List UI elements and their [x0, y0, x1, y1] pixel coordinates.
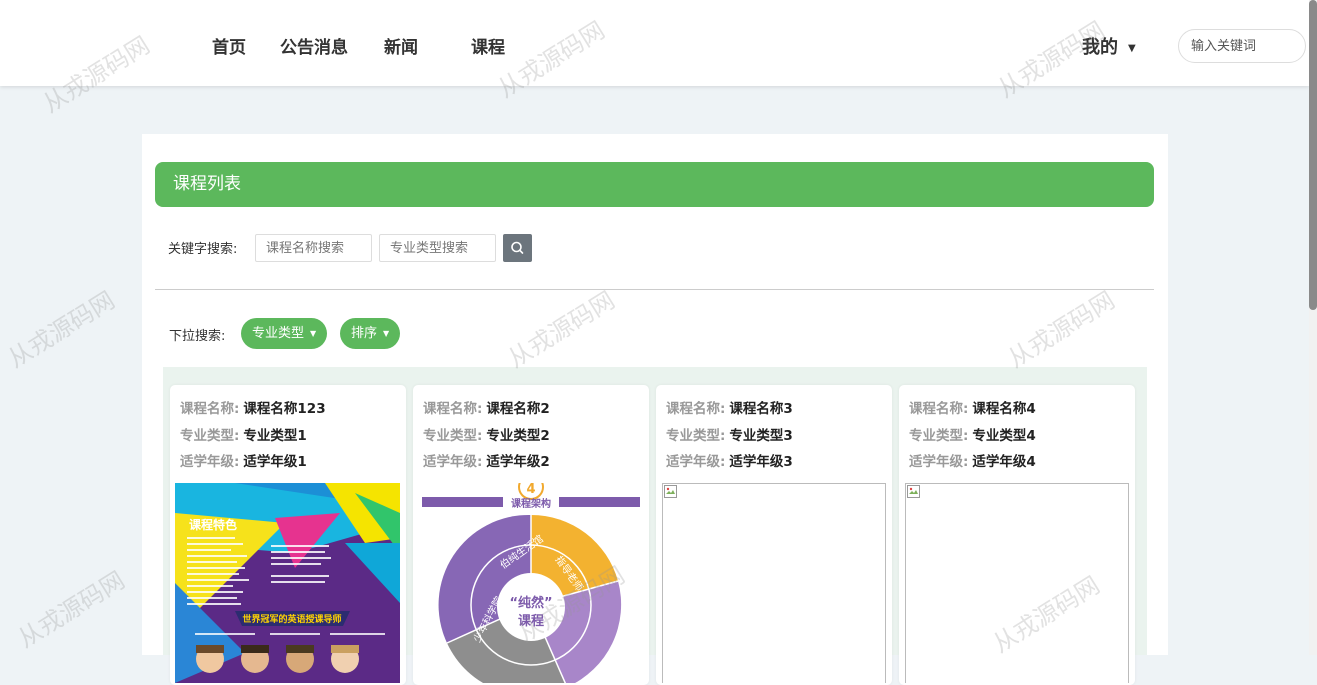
course-name-search-input[interactable]	[255, 234, 372, 262]
course-card[interactable]: 课程名称: 课程名称4 专业类型: 专业类型4 适学年级: 适学年级4	[899, 385, 1135, 685]
nav-home[interactable]: 首页	[212, 33, 246, 58]
course-name-row: 课程名称: 课程名称3	[666, 397, 793, 417]
poster-structure-heading: 课程架构	[511, 497, 551, 510]
major-type-value: 专业类型3	[729, 428, 793, 444]
grade-row: 适学年级: 适学年级4	[909, 450, 1036, 470]
course-card[interactable]: 课程名称: 课程名称3 专业类型: 专业类型3 适学年级: 适学年级3	[656, 385, 892, 685]
grade-value: 适学年级4	[972, 454, 1036, 470]
major-type-search-input[interactable]	[379, 234, 496, 262]
major-type-dropdown-label: 专业类型	[252, 326, 305, 341]
course-name-value: 课程名称4	[972, 401, 1036, 417]
caret-down-icon: ▼	[310, 329, 317, 338]
course-image[interactable]: 课程特色 世界冠军的英语授课导师	[175, 483, 400, 683]
broken-image-icon	[664, 485, 677, 498]
course-name-row: 课程名称: 课程名称123	[180, 397, 326, 417]
major-type-value: 专业类型2	[486, 428, 550, 444]
poster-heading: 课程特色	[189, 517, 237, 532]
course-name-key: 课程名称:	[666, 401, 726, 417]
nav-mine-label: 我的	[1082, 37, 1118, 58]
course-name-key: 课程名称:	[423, 401, 483, 417]
grade-row: 适学年级: 适学年级2	[423, 450, 550, 470]
course-image[interactable]: 4 课程架构 “纯然” 课程 伯纯生活馆 指导老师 少年科学院	[417, 483, 645, 683]
major-type-key: 专业类型:	[180, 428, 240, 444]
nav-mine-dropdown[interactable]: 我的 ▼	[1082, 33, 1136, 59]
sort-dropdown[interactable]: 排序 ▼	[340, 318, 401, 349]
broken-image-icon	[907, 485, 920, 498]
top-navbar: 首页 公告消息 新闻 课程 我的 ▼	[0, 0, 1309, 86]
page-scrollbar[interactable]	[1309, 0, 1317, 655]
top-search-input[interactable]	[1178, 29, 1306, 63]
grade-row: 适学年级: 适学年级3	[666, 450, 793, 470]
course-list-panel: 课程列表 关键字搜索: 下拉搜索: 专业类型▼ 排序▼ 课程名称:课程名称123…	[142, 134, 1168, 685]
major-type-key: 专业类型:	[666, 428, 726, 444]
major-type-key: 专业类型:	[423, 428, 483, 444]
course-image[interactable]	[905, 483, 1129, 683]
caret-down-icon: ▼	[383, 329, 390, 338]
course-name-key: 课程名称:	[909, 401, 969, 417]
course-image[interactable]	[662, 483, 886, 683]
course-card[interactable]: 课程名称: 课程名称123 专业类型: 专业类型1 适学年级: 适学年级1 课程特色	[170, 385, 406, 685]
caret-down-icon: ▼	[1128, 42, 1136, 54]
course-name-value: 课程名称123	[243, 401, 326, 417]
dropdown-search-label: 下拉搜索:	[169, 329, 226, 344]
poster-badge-number: 4	[526, 483, 535, 497]
nav-news[interactable]: 新闻	[384, 33, 418, 58]
major-type-row: 专业类型: 专业类型4	[909, 424, 1036, 444]
major-type-value: 专业类型4	[972, 428, 1036, 444]
poster-banner: 世界冠军的英语授课导师	[242, 613, 341, 625]
grade-key: 适学年级:	[666, 454, 726, 470]
keyword-search-label: 关键字搜索:	[168, 242, 238, 257]
course-name-value: 课程名称3	[729, 401, 793, 417]
course-name-row: 课程名称: 课程名称4	[909, 397, 1036, 417]
grade-row: 适学年级: 适学年级1	[180, 450, 307, 470]
divider	[155, 289, 1154, 290]
course-name-value: 课程名称2	[486, 401, 550, 417]
grade-value: 适学年级2	[486, 454, 550, 470]
grade-value: 适学年级3	[729, 454, 793, 470]
course-name-row: 课程名称: 课程名称2	[423, 397, 550, 417]
course-list-title: 课程列表	[155, 162, 1154, 207]
grade-key: 适学年级:	[423, 454, 483, 470]
major-type-dropdown[interactable]: 专业类型 ▼	[241, 318, 328, 349]
course-card[interactable]: 课程名称: 课程名称2 专业类型: 专业类型2 适学年级: 适学年级2 4 课程架构	[413, 385, 649, 685]
course-cards-grid: 课程名称: 课程名称123 专业类型: 专业类型1 适学年级: 适学年级1 课程特色	[163, 367, 1147, 685]
poster-center-line2: 课程	[518, 614, 544, 629]
nav-courses[interactable]: 课程	[471, 33, 505, 58]
course-name-key: 课程名称:	[180, 401, 240, 417]
search-button[interactable]	[503, 234, 532, 262]
watermark: 从戎源码网	[13, 565, 130, 654]
major-type-value: 专业类型1	[243, 428, 307, 444]
grade-value: 适学年级1	[243, 454, 307, 470]
sort-dropdown-label: 排序	[351, 326, 378, 341]
scrollbar-thumb[interactable]	[1309, 0, 1317, 310]
major-type-key: 专业类型:	[909, 428, 969, 444]
major-type-row: 专业类型: 专业类型2	[423, 424, 550, 444]
grade-key: 适学年级:	[180, 454, 240, 470]
watermark: 从戎源码网	[3, 285, 120, 374]
search-icon	[511, 241, 524, 254]
poster-center-line1: “纯然”	[509, 595, 552, 611]
major-type-row: 专业类型: 专业类型3	[666, 424, 793, 444]
major-type-row: 专业类型: 专业类型1	[180, 424, 307, 444]
nav-announcements[interactable]: 公告消息	[280, 33, 348, 58]
grade-key: 适学年级:	[909, 454, 969, 470]
